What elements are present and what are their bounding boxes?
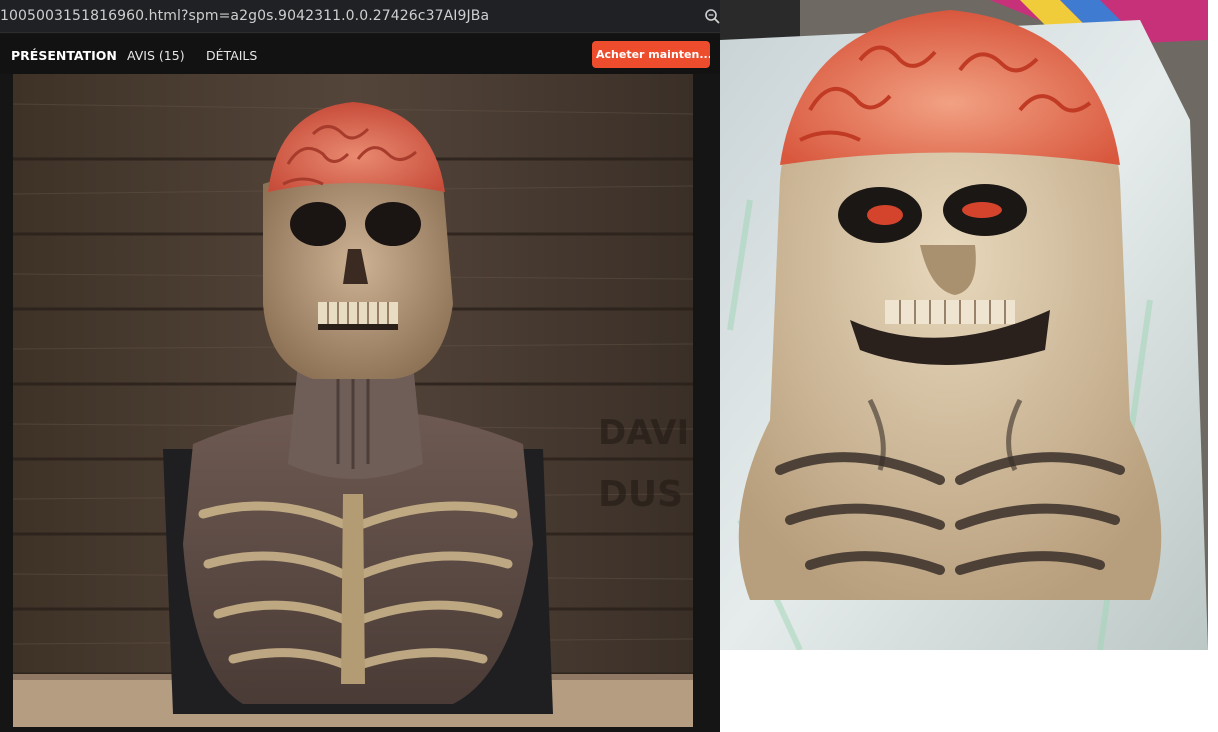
product-tab-bar: PRÉSENTATION AVIS (15) DÉTAILS Acheter m… [0, 34, 720, 74]
tab-details[interactable]: DÉTAILS [206, 48, 257, 63]
product-image[interactable]: DAVI DUS [13, 74, 693, 727]
tab-presentation[interactable]: PRÉSENTATION [11, 48, 117, 63]
address-bar[interactable]: 1005003151816960.html?spm=a2g0s.9042311.… [0, 0, 720, 33]
url-text[interactable]: 1005003151816960.html?spm=a2g0s.9042311.… [0, 8, 489, 24]
browser-window: 1005003151816960.html?spm=a2g0s.9042311.… [0, 0, 720, 732]
zoom-icon[interactable] [704, 7, 720, 25]
plank-text-1: DAVI [598, 413, 689, 453]
tab-reviews-label: AVIS [127, 48, 155, 63]
tab-reviews-count: (15) [158, 48, 185, 63]
buy-now-button[interactable]: Acheter mainten... [592, 41, 710, 68]
tab-reviews[interactable]: AVIS (15) [127, 48, 185, 63]
page-margin [0, 74, 13, 732]
review-photo[interactable] [720, 0, 1208, 650]
plank-text-2: DUS [598, 474, 683, 515]
